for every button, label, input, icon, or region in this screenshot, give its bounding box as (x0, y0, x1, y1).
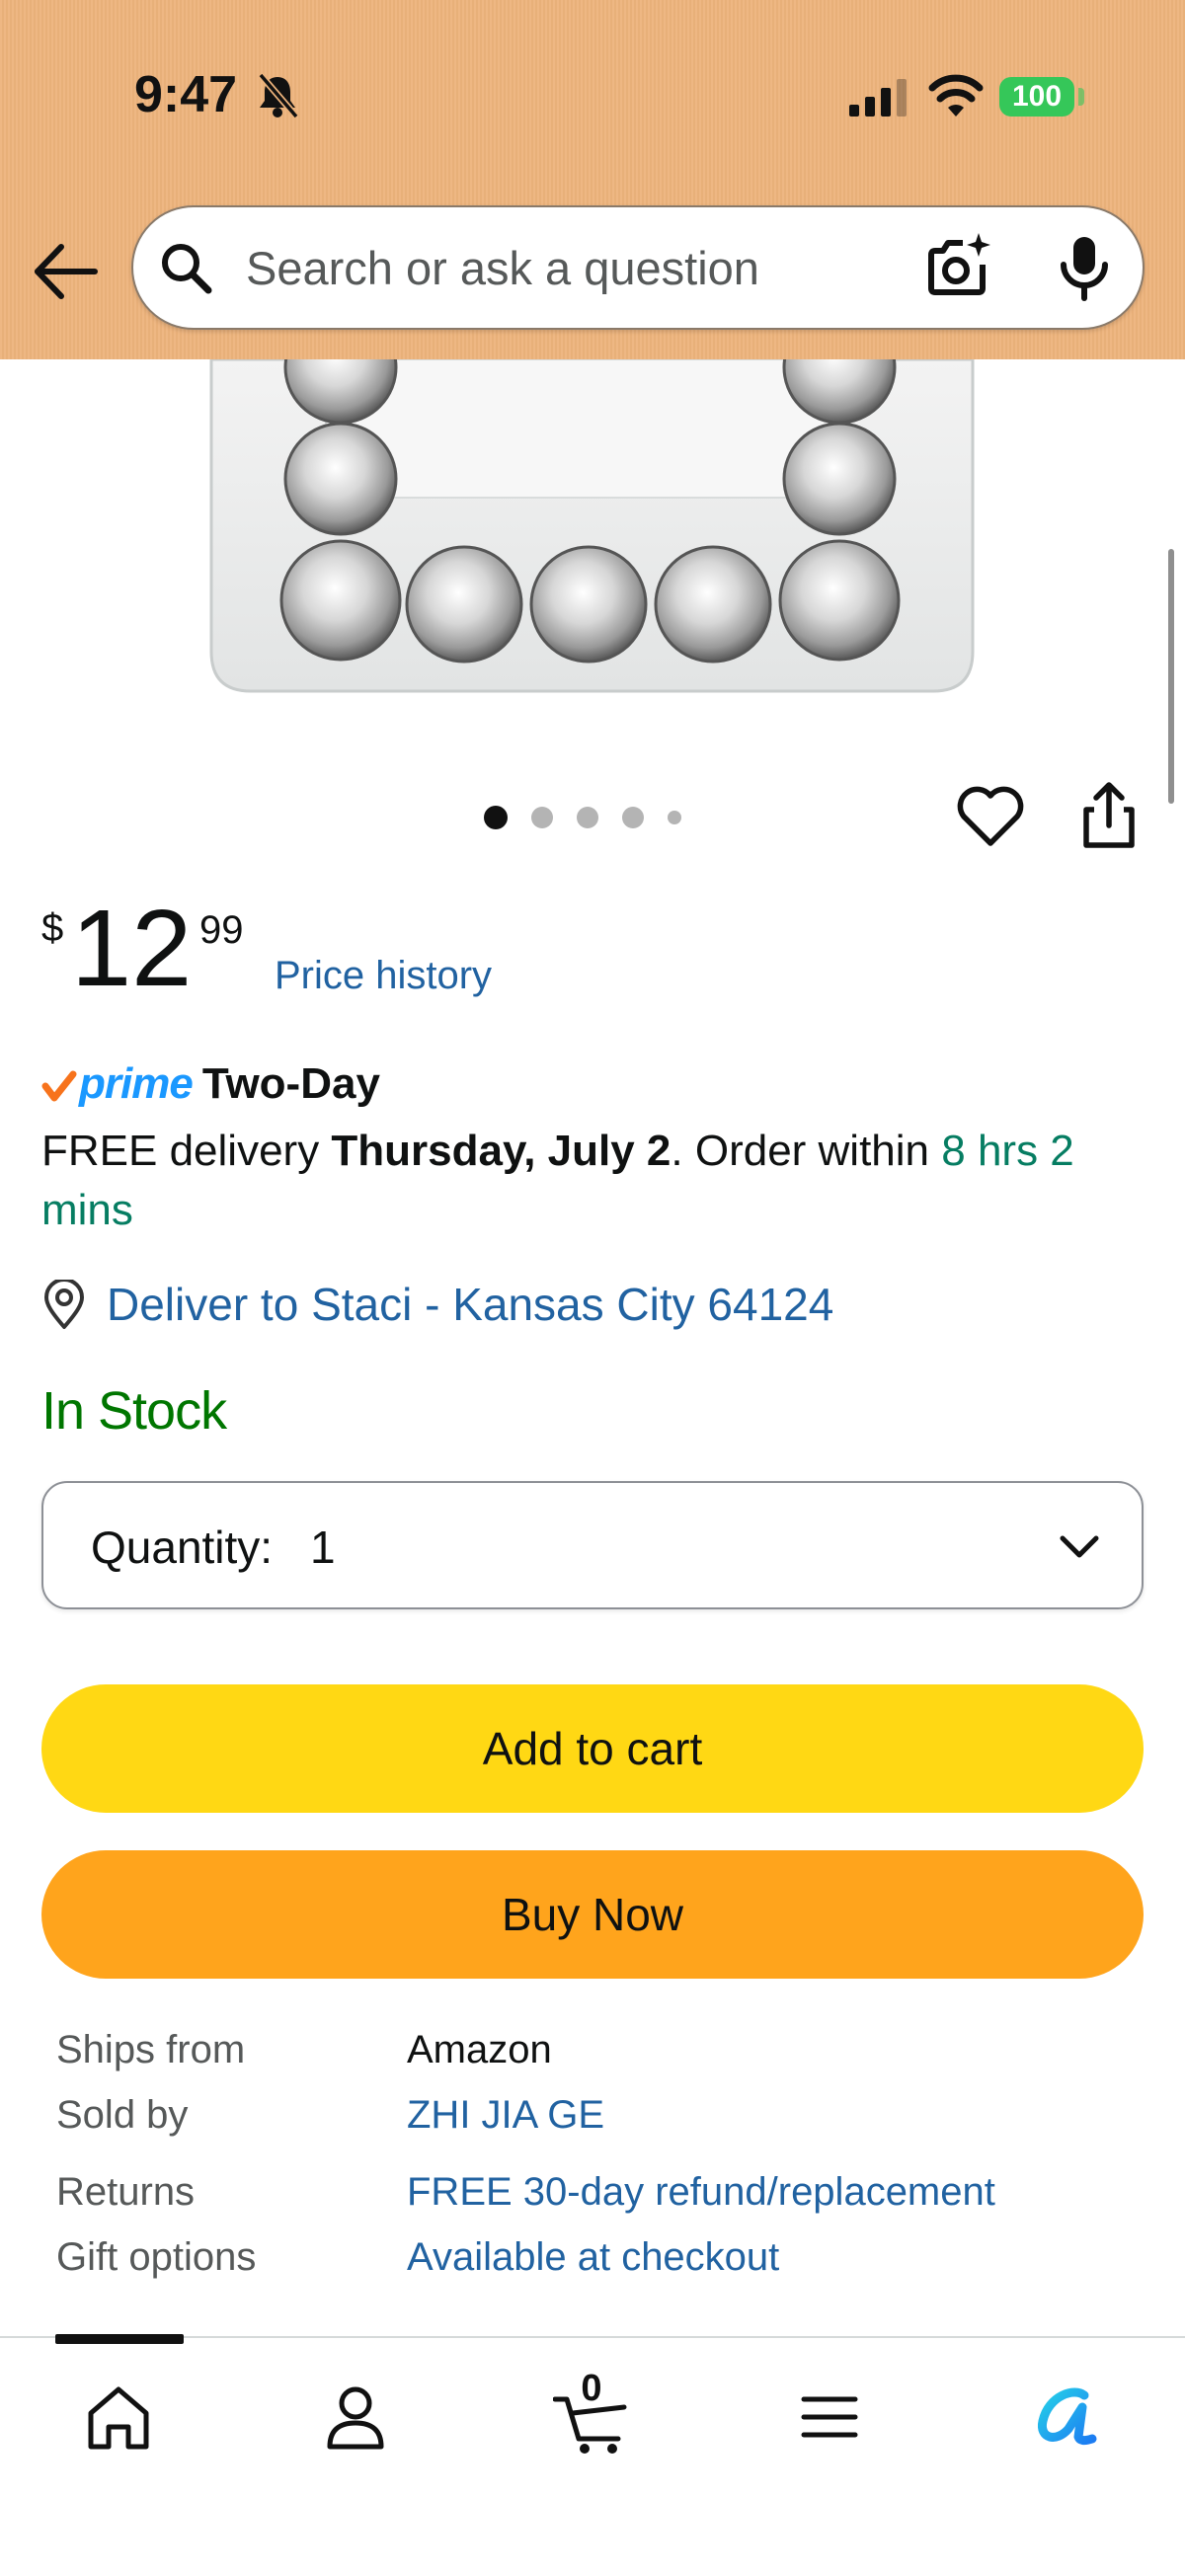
pagination-dot[interactable] (484, 806, 508, 829)
add-to-cart-button[interactable]: Add to cart (41, 1684, 1144, 1813)
signal-icon (849, 79, 907, 117)
quantity-dropdown[interactable]: Quantity: 1 (41, 1481, 1144, 1609)
scrollbar[interactable] (1168, 549, 1174, 804)
chevron-down-icon (1060, 1535, 1099, 1558)
delivery-middle: . Order within (671, 1127, 942, 1175)
search-icon (162, 244, 212, 294)
detail-value: Amazon (407, 2028, 552, 2071)
detail-key: Returns (56, 2170, 196, 2214)
heart-icon[interactable] (956, 784, 1025, 849)
quantity-value: 1 (310, 1522, 336, 1573)
menu-icon[interactable] (790, 2378, 869, 2457)
battery-indicator: 100 (999, 77, 1074, 117)
bell-muted-icon (258, 72, 299, 119)
search-bar[interactable] (131, 205, 1145, 330)
location-pin-icon (44, 1280, 84, 1329)
prime-badge: prime Two-Day (41, 1056, 380, 1112)
account-icon[interactable] (316, 2378, 395, 2457)
detail-key: Sold by (56, 2093, 189, 2137)
detail-key: Ships from (56, 2028, 246, 2071)
battery-nub (1078, 88, 1084, 106)
delivery-date: Thursday, July 2 (331, 1127, 672, 1175)
pagination-dot[interactable] (622, 807, 644, 828)
returns-link[interactable]: FREE 30-day refund/replacement (407, 2170, 995, 2215)
price-history-link[interactable]: Price history (275, 954, 492, 998)
prime-logo-text: prime (79, 1059, 194, 1108)
price-currency: $ (41, 906, 64, 950)
seller-link[interactable]: ZHI JIA GE (407, 2093, 604, 2138)
price-fraction: 99 (199, 908, 244, 952)
cart-count: 0 (581, 2368, 602, 2409)
prime-speed: Two-Day (201, 1059, 380, 1108)
status-time: 9:47 (134, 66, 238, 123)
microphone-icon[interactable] (1056, 233, 1113, 302)
quantity-label: Quantity: (91, 1522, 274, 1573)
pagination-dot[interactable] (668, 811, 681, 824)
delivery-prefix: FREE delivery (41, 1127, 332, 1175)
detail-key: Gift options (56, 2235, 257, 2279)
delivery-message: FREE delivery Thursday, July 2. Order wi… (41, 1122, 1147, 1240)
cart-button[interactable]: 0 (553, 2368, 632, 2457)
gift-options-link[interactable]: Available at checkout (407, 2235, 779, 2280)
search-input[interactable] (244, 233, 919, 302)
share-icon[interactable] (1080, 780, 1138, 851)
buy-now-button[interactable]: Buy Now (41, 1850, 1144, 1979)
rufus-icon[interactable] (1027, 2378, 1106, 2457)
image-pagination-dots[interactable] (484, 803, 681, 832)
pagination-dot[interactable] (531, 807, 553, 828)
active-tab-indicator (55, 2334, 184, 2344)
camera-lens-icon[interactable] (923, 231, 992, 300)
pagination-dot[interactable] (577, 807, 598, 828)
app-header: 9:47 100 (0, 0, 1185, 359)
wifi-icon (928, 74, 984, 117)
prime-check-icon (41, 1070, 77, 1102)
price-whole: 12 (71, 888, 193, 1009)
product-image[interactable] (0, 359, 1185, 735)
bottom-navigation: 0 (0, 2334, 1185, 2576)
deliver-to-link[interactable]: Deliver to Staci - Kansas City 64124 (107, 1278, 833, 1331)
home-icon[interactable] (79, 2378, 158, 2457)
stock-status: In Stock (41, 1381, 227, 1441)
back-arrow-icon[interactable] (30, 237, 101, 306)
